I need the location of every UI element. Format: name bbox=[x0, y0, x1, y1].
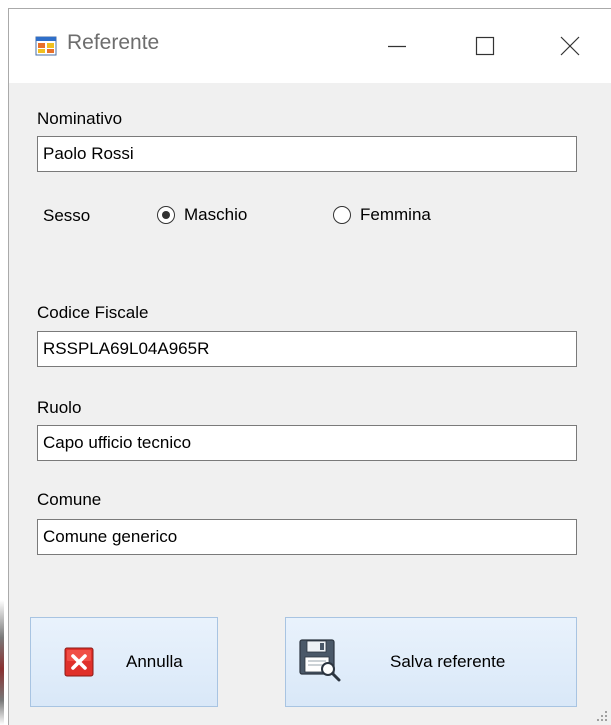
radio-maschio[interactable]: Maschio bbox=[157, 205, 247, 225]
title-bar[interactable]: Referente bbox=[9, 9, 611, 83]
close-icon bbox=[560, 36, 580, 56]
background-desktop bbox=[0, 0, 8, 725]
maximize-button[interactable] bbox=[441, 9, 529, 83]
radio-femmina[interactable]: Femmina bbox=[333, 205, 431, 225]
sesso-label: Sesso bbox=[43, 206, 91, 225]
codice-fiscale-label: Codice Fiscale bbox=[37, 303, 149, 322]
radio-circle-checked bbox=[157, 206, 175, 224]
salva-referente-label: Salva referente bbox=[390, 652, 506, 671]
comune-input[interactable]: Comune generico bbox=[37, 519, 577, 555]
maximize-icon bbox=[475, 36, 495, 56]
nominativo-input[interactable]: Paolo Rossi bbox=[37, 136, 577, 172]
resize-grip-icon[interactable] bbox=[596, 710, 608, 722]
ruolo-label: Ruolo bbox=[37, 398, 82, 417]
minimize-icon bbox=[388, 45, 406, 48]
background-app-edge bbox=[0, 600, 4, 725]
app-form-icon bbox=[35, 36, 57, 56]
window-title: Referente bbox=[67, 31, 160, 54]
floppy-save-icon bbox=[299, 639, 341, 682]
close-window-button[interactable] bbox=[529, 9, 611, 83]
ruolo-input[interactable]: Capo ufficio tecnico bbox=[37, 425, 577, 461]
close-x-icon bbox=[64, 647, 94, 677]
annulla-button[interactable]: Annulla bbox=[30, 617, 218, 707]
nominativo-label: Nominativo bbox=[37, 109, 123, 128]
salva-referente-button[interactable]: Salva referente bbox=[285, 617, 577, 707]
radio-circle-unchecked bbox=[333, 206, 351, 224]
radio-maschio-label: Maschio bbox=[184, 205, 248, 224]
annulla-label: Annulla bbox=[126, 652, 183, 671]
referente-dialog: Referente Nominativo Paolo Rossi Sesso M… bbox=[8, 8, 611, 725]
comune-label: Comune bbox=[37, 490, 102, 509]
codice-fiscale-input[interactable]: RSSPLA69L04A965R bbox=[37, 331, 577, 367]
radio-femmina-label: Femmina bbox=[360, 205, 431, 224]
minimize-button[interactable] bbox=[353, 9, 441, 83]
